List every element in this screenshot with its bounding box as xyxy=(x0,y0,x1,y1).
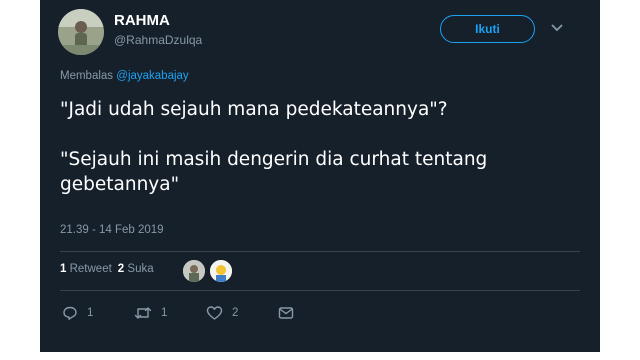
like-stat-count: 2 xyxy=(117,263,125,275)
like-button[interactable]: 2 xyxy=(206,305,278,321)
retweet-icon xyxy=(134,307,152,319)
retweet-stat[interactable]: 1 Retweet xyxy=(60,263,112,275)
tweet-card: RAHMA @RahmaDzulqa Ikuti Membalas @jayak… xyxy=(40,0,600,352)
follow-button[interactable]: Ikuti xyxy=(440,15,535,43)
user-display-name[interactable]: RAHMA xyxy=(114,12,170,29)
chevron-down-icon[interactable] xyxy=(550,23,564,33)
engagement-stats: 1 Retweet 2 Suka xyxy=(60,263,154,275)
heart-icon xyxy=(206,306,223,320)
message-icon xyxy=(278,307,294,319)
divider xyxy=(60,290,580,291)
divider xyxy=(60,251,580,252)
reply-context: Membalas @jayakabajay xyxy=(60,70,189,82)
reply-button[interactable]: 1 xyxy=(62,305,134,321)
user-handle[interactable]: @RahmaDzulqa xyxy=(114,33,202,47)
direct-message-button[interactable] xyxy=(278,306,350,320)
like-stat-label: Suka xyxy=(127,263,154,275)
reply-context-prefix: Membalas xyxy=(60,70,114,82)
reply-icon xyxy=(63,306,77,320)
tweet-actions: 1 1 2 xyxy=(62,305,350,321)
liker-avatar[interactable] xyxy=(182,259,206,283)
tweet-paragraph: "Jadi udah sejauh mana pedekateannya"? xyxy=(60,99,448,120)
retweet-button[interactable]: 1 xyxy=(134,305,206,321)
retweet-stat-count: 1 xyxy=(60,263,67,275)
like-count: 2 xyxy=(232,307,239,319)
retweet-stat-label: Retweet xyxy=(69,263,112,275)
like-stat[interactable]: 2 Suka xyxy=(118,263,154,275)
tweet-paragraph: "Sejauh ini masih dengerin dia curhat te… xyxy=(60,149,488,195)
tweet-timestamp[interactable]: 21.39 - 14 Feb 2019 xyxy=(60,224,164,236)
reply-count: 1 xyxy=(87,307,94,319)
user-avatar[interactable] xyxy=(58,9,104,55)
tweet-text: "Jadi udah sejauh mana pedekateannya"? "… xyxy=(60,97,580,197)
retweet-count: 1 xyxy=(161,307,168,319)
liker-avatars xyxy=(182,259,233,283)
reply-mention-link[interactable]: @jayakabajay xyxy=(116,70,188,82)
liker-avatar[interactable] xyxy=(209,259,233,283)
